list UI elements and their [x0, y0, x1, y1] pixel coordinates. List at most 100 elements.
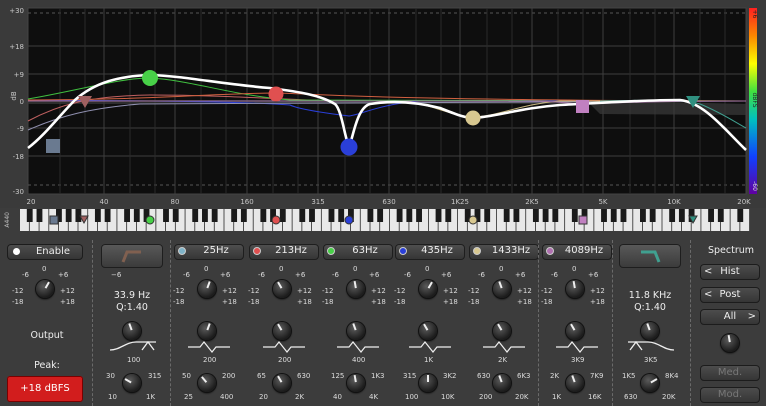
lowcut-q-readout: Q:1.40 [116, 302, 148, 313]
band-freq-label: 65 [257, 372, 266, 380]
svg-text:20: 20 [27, 198, 36, 206]
spectrum-source-select[interactable]: < Post [700, 287, 760, 303]
svg-text:10K: 10K [667, 198, 681, 206]
keyboard-svg[interactable] [20, 209, 750, 231]
band-handle-4089hz [576, 100, 589, 113]
band-freq-label: 125 [331, 372, 345, 380]
spectrum-knob[interactable] [721, 334, 739, 352]
mod-button[interactable]: Mod. [700, 387, 760, 403]
band-freq-label: 200 [222, 372, 236, 380]
band-freq-knob[interactable] [347, 374, 365, 392]
band-freq-knob[interactable] [493, 374, 511, 392]
gain-label: -12 [541, 287, 553, 295]
band-q-knob[interactable] [493, 322, 511, 340]
black-key [649, 209, 656, 222]
svg-text:-60: -60 [751, 181, 758, 191]
band-gain-knob[interactable] [347, 280, 365, 298]
band-color-icon [473, 247, 481, 255]
band-filter-icon [188, 341, 230, 353]
gain-label: +12 [60, 287, 75, 295]
band-q-knob[interactable] [566, 322, 584, 340]
chevron-left-icon[interactable]: < [704, 287, 712, 303]
spectrum-mode-select[interactable]: < Hist [700, 264, 760, 280]
band-button-1[interactable]: 213Hz [249, 244, 319, 260]
gain-label: +18 [517, 298, 532, 306]
band-button-0[interactable]: 25Hz [174, 244, 244, 260]
peak-meter-button[interactable]: +18 dBFS [7, 376, 83, 402]
gain-label: +12 [297, 287, 312, 295]
gain-label: +12 [443, 287, 458, 295]
gain-label: +6 [588, 271, 599, 279]
band-button-2[interactable]: 63Hz [323, 244, 393, 260]
band-freq-knob[interactable] [198, 374, 216, 392]
black-key [669, 209, 676, 222]
black-key [124, 209, 130, 222]
band-q-knob[interactable] [419, 322, 437, 340]
black-key [640, 209, 646, 222]
band-freq-label: 1K3 [371, 372, 385, 380]
highcut-freq-knob[interactable] [641, 374, 659, 392]
band-gain-knob[interactable] [419, 280, 437, 298]
output-label: Output [30, 330, 64, 341]
band-freq-knob[interactable] [419, 374, 437, 392]
eq-curve-svg[interactable]: +30 +18 +9 0 -9 -18 -30 dB 20 40 80 160 … [0, 0, 766, 208]
band-gain-knob[interactable] [566, 280, 584, 298]
gain-label: -18 [322, 298, 334, 306]
band-button-4[interactable]: 1433Hz [469, 244, 539, 260]
band-freq-label: 100 [405, 393, 419, 401]
gain-label: 0 [279, 265, 284, 273]
gain-label: +18 [371, 298, 386, 306]
lowcut-q-label: 100 [127, 356, 141, 364]
keyboard-band-marker [145, 215, 155, 225]
lowcut-freq-knob[interactable] [123, 374, 141, 392]
band-gain-knob[interactable] [273, 280, 291, 298]
band-freq-knob[interactable] [273, 374, 291, 392]
lowcut-freq-label: 30 [106, 372, 115, 380]
highcut-shape-button[interactable] [619, 244, 681, 268]
chevron-left-icon[interactable]: < [704, 264, 712, 280]
band-button-3[interactable]: 435Hz [395, 244, 465, 260]
lowcut-shape-button[interactable] [101, 244, 163, 268]
gain-label: +6 [369, 271, 380, 279]
lowcut-freq-label: 1K [146, 393, 156, 401]
med-button[interactable]: Med. [700, 365, 760, 381]
black-key [435, 209, 442, 222]
eq-graph[interactable]: +30 +18 +9 0 -9 -18 -30 dB 20 40 80 160 … [0, 0, 766, 208]
band-filter-icon [409, 341, 451, 353]
highcut-filter-icon [628, 340, 675, 351]
band-q-knob[interactable] [273, 322, 291, 340]
gain-label: -18 [394, 298, 406, 306]
lowcut-shape-icon [121, 250, 141, 263]
black-key [94, 209, 101, 222]
band-q-knob[interactable] [198, 322, 216, 340]
gain-label: -6 [258, 271, 265, 279]
black-key [367, 209, 374, 222]
spectrum-channel-select[interactable]: All > [700, 309, 760, 325]
gain-label: -12 [394, 287, 406, 295]
gain-label: -18 [173, 298, 185, 306]
enable-button[interactable]: Enable [7, 244, 83, 260]
svg-text:630: 630 [382, 198, 395, 206]
band-q-label: 1K [424, 356, 434, 364]
keyboard-band-marker [468, 215, 478, 225]
output-gain-knob[interactable] [36, 280, 54, 298]
svg-text:+18: +18 [9, 43, 24, 51]
band-q-label: 200 [203, 356, 217, 364]
band-gain-knob[interactable] [198, 280, 216, 298]
gain-label: +12 [590, 287, 605, 295]
gain-label: +6 [441, 271, 452, 279]
band-q-knob[interactable] [347, 322, 365, 340]
svg-text:-9: -9 [17, 125, 24, 133]
enable-indicator-icon [13, 248, 20, 255]
keyboard-a440-label: A440 [4, 212, 11, 228]
band-button-5[interactable]: 4089Hz [542, 244, 612, 260]
band-gain-knob[interactable] [493, 280, 511, 298]
black-key [416, 209, 422, 222]
band-freq-knob[interactable] [566, 374, 584, 392]
chevron-right-icon[interactable]: > [748, 309, 756, 325]
band-filter-icon [483, 341, 525, 353]
piano-keyboard[interactable] [20, 209, 750, 231]
spectrum-title: Spectrum [707, 245, 755, 256]
band-freq-label: 400 [220, 393, 234, 401]
black-key [542, 209, 549, 222]
